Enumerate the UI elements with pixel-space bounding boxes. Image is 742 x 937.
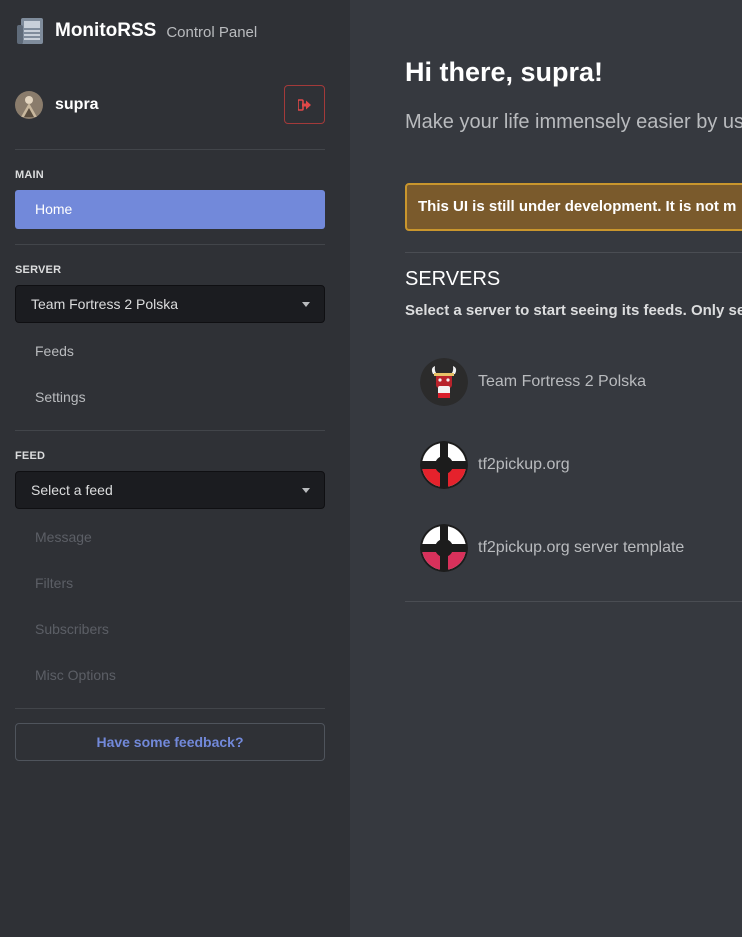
- server-avatar: [420, 524, 468, 572]
- brand[interactable]: MonitoRSS Control Panel: [15, 15, 257, 47]
- logout-button[interactable]: [284, 85, 325, 124]
- sidebar-item-settings[interactable]: Settings: [35, 389, 86, 405]
- servers-heading: SERVERS: [405, 268, 501, 290]
- server-select-value: Team Fortress 2 Polska: [31, 296, 179, 312]
- avatar: [15, 91, 43, 119]
- feed-select[interactable]: Select a feed: [15, 471, 325, 509]
- sidebar-item-misc-options: Misc Options: [35, 667, 116, 683]
- divider: [15, 149, 325, 150]
- divider: [15, 708, 325, 709]
- brand-subtitle: Control Panel: [166, 23, 258, 41]
- user-row: supra: [15, 85, 325, 125]
- username: supra: [55, 96, 99, 113]
- sidebar-item-subscribers: Subscribers: [35, 621, 109, 637]
- sidebar-item-filters: Filters: [35, 575, 74, 591]
- servers-description: Select a server to start seeing its feed…: [405, 302, 742, 319]
- server-item[interactable]: tf2pickup.org server template: [420, 523, 740, 573]
- sidebar-item-message: Message: [35, 529, 92, 545]
- server-avatar: [420, 441, 468, 489]
- feedback-button[interactable]: Have some feedback?: [15, 723, 325, 761]
- server-item[interactable]: Team Fortress 2 Polska: [420, 357, 740, 407]
- main-content: Hi there, supra! Make your life immensel…: [350, 0, 742, 937]
- section-label-server: SERVER: [15, 264, 62, 276]
- server-select[interactable]: Team Fortress 2 Polska: [15, 285, 325, 323]
- server-name: Team Fortress 2 Polska: [478, 373, 647, 390]
- sidebar: MonitoRSS Control Panel supra MAIN Home …: [0, 0, 350, 937]
- divider: [15, 244, 325, 245]
- sidebar-item-home[interactable]: Home: [15, 190, 325, 229]
- caret-down-icon: [302, 302, 310, 307]
- section-label-main: MAIN: [15, 169, 44, 181]
- sign-out-icon: [297, 98, 311, 111]
- section-label-feed: FEED: [15, 450, 46, 462]
- caret-down-icon: [302, 488, 310, 493]
- server-name: tf2pickup.org server template: [478, 539, 685, 556]
- sidebar-item-feeds[interactable]: Feeds: [35, 343, 74, 359]
- page-title: Hi there, supra!: [405, 57, 604, 87]
- divider: [405, 252, 742, 253]
- newspaper-logo-icon: [17, 18, 43, 44]
- server-item[interactable]: tf2pickup.org: [420, 440, 740, 490]
- feed-select-value: Select a feed: [31, 482, 113, 498]
- server-avatar: [420, 358, 468, 406]
- server-name: tf2pickup.org: [478, 456, 570, 473]
- divider: [405, 601, 742, 602]
- lead-text: Make your life immensely easier by usi: [405, 111, 742, 133]
- divider: [15, 430, 325, 431]
- warning-alert: This UI is still under development. It i…: [405, 183, 742, 231]
- brand-name: MonitoRSS: [55, 20, 157, 41]
